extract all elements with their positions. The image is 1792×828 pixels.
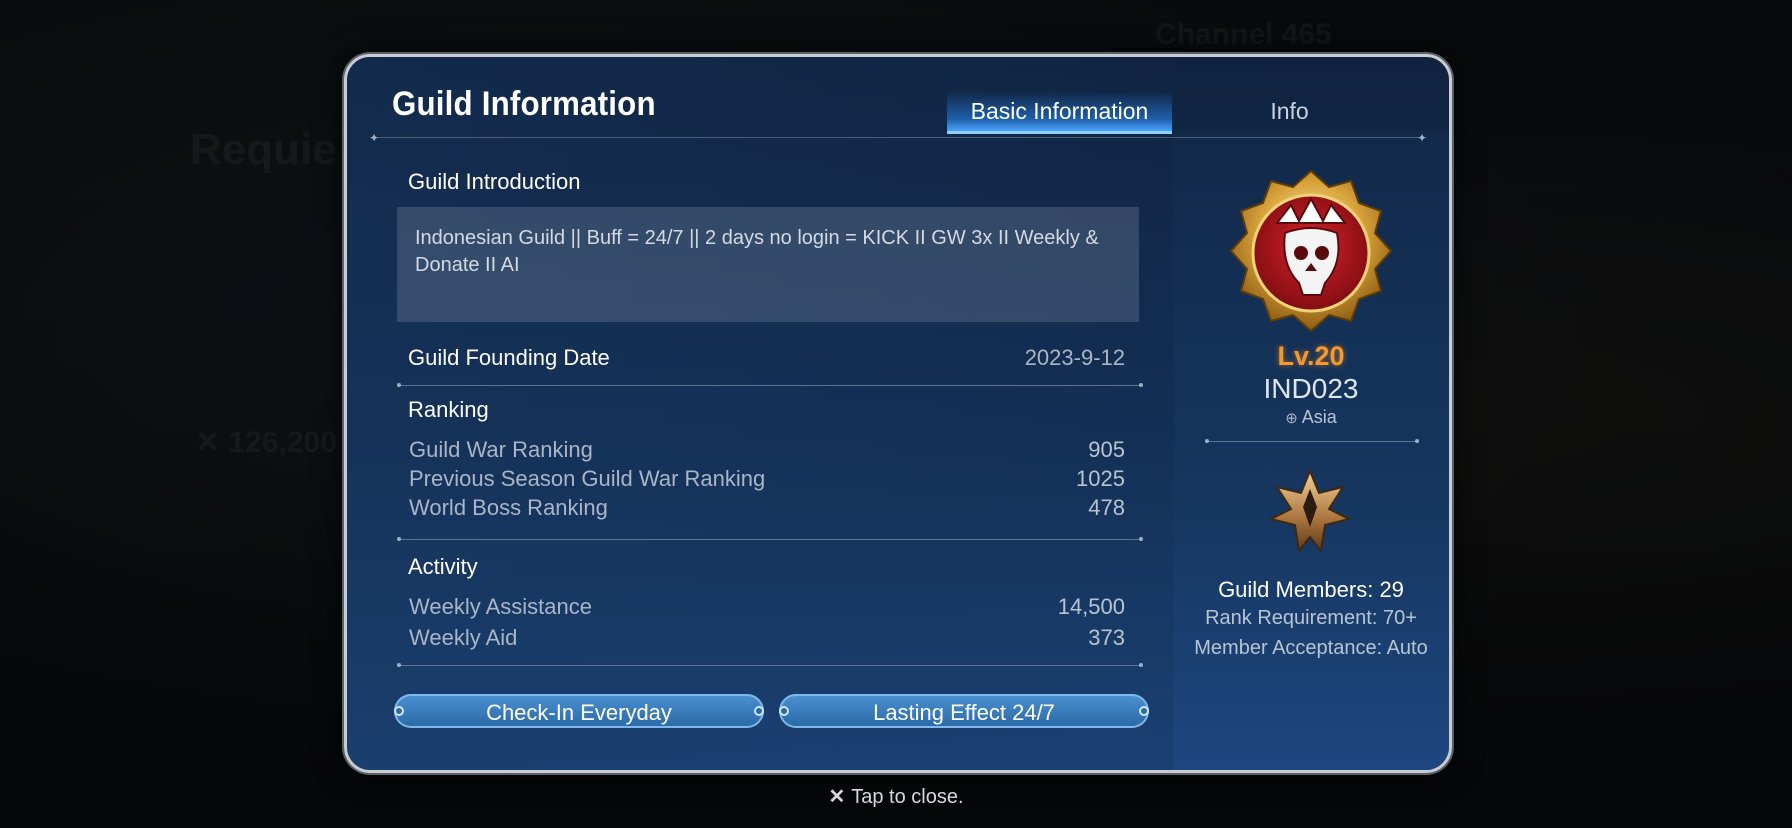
world-boss-ranking-value: 478 [1088, 495, 1125, 520]
guild-information-dialog: Guild Information Basic Information Info… [344, 54, 1452, 773]
guild-war-ranking-value: 905 [1088, 437, 1125, 462]
weekly-aid-value: 373 [1088, 625, 1125, 650]
button-ornament-icon [394, 706, 404, 716]
section-divider [397, 383, 1143, 387]
ranking-label: Ranking [408, 397, 489, 422]
tab-basic-information[interactable]: Basic Information [947, 91, 1172, 134]
divider-ornament-icon: ✦ [1416, 131, 1427, 145]
lasting-effect-button[interactable]: Lasting Effect 24/7 [779, 694, 1149, 728]
founding-date-label: Guild Founding Date [408, 345, 610, 370]
section-divider [397, 537, 1143, 541]
check-in-everyday-label: Check-In Everyday [486, 700, 672, 725]
guild-emblem-icon [1229, 169, 1393, 333]
weekly-aid-label: Weekly Aid [409, 625, 518, 650]
check-in-everyday-button[interactable]: Check-In Everyday [394, 694, 764, 728]
guild-rank-emblem-icon [1268, 468, 1352, 554]
founding-date-value: 2023-9-12 [1024, 345, 1125, 370]
lasting-effect-label: Lasting Effect 24/7 [873, 700, 1055, 725]
world-boss-ranking-label: World Boss Ranking [409, 495, 608, 520]
guild-name: IND023 [1263, 373, 1359, 404]
guild-introduction-box: Indonesian Guild || Buff = 24/7 || 2 day… [397, 207, 1139, 322]
section-divider [397, 663, 1143, 667]
previous-season-ranking-label: Previous Season Guild War Ranking [409, 466, 766, 491]
globe-icon: ⊕ [1285, 410, 1298, 427]
guild-region: ⊕ Asia [1173, 407, 1449, 428]
weekly-assistance-label: Weekly Assistance [409, 594, 593, 619]
activity-label: Activity [408, 554, 478, 579]
guild-level: Lv.20 [1277, 341, 1345, 371]
button-ornament-icon [779, 706, 789, 716]
button-ornament-icon [754, 706, 764, 716]
region-label: Asia [1301, 407, 1337, 427]
weekly-assistance-value: 14,500 [1057, 594, 1125, 619]
header-divider [377, 137, 1419, 138]
summary-divider [1205, 439, 1419, 443]
guild-members-count: Guild Members: 29 [1218, 577, 1404, 602]
guild-war-ranking-label: Guild War Ranking [409, 437, 593, 462]
divider-ornament-icon: ✦ [369, 131, 380, 145]
member-acceptance: Member Acceptance: Auto [1194, 637, 1428, 659]
close-icon: ✕ [828, 786, 846, 808]
button-ornament-icon [1139, 706, 1149, 716]
tab-info[interactable]: Info [1177, 91, 1402, 131]
tap-to-close-hint[interactable]: ✕ Tap to close. [0, 784, 1792, 809]
previous-season-ranking-value: 1025 [1076, 466, 1125, 491]
close-hint-label: Tap to close. [851, 786, 964, 808]
rank-requirement: Rank Requirement: 70+ [1205, 607, 1417, 629]
dialog-title: Guild Information [392, 85, 656, 123]
guild-introduction-text: Indonesian Guild || Buff = 24/7 || 2 day… [415, 227, 1099, 276]
guild-introduction-label: Guild Introduction [408, 169, 581, 194]
